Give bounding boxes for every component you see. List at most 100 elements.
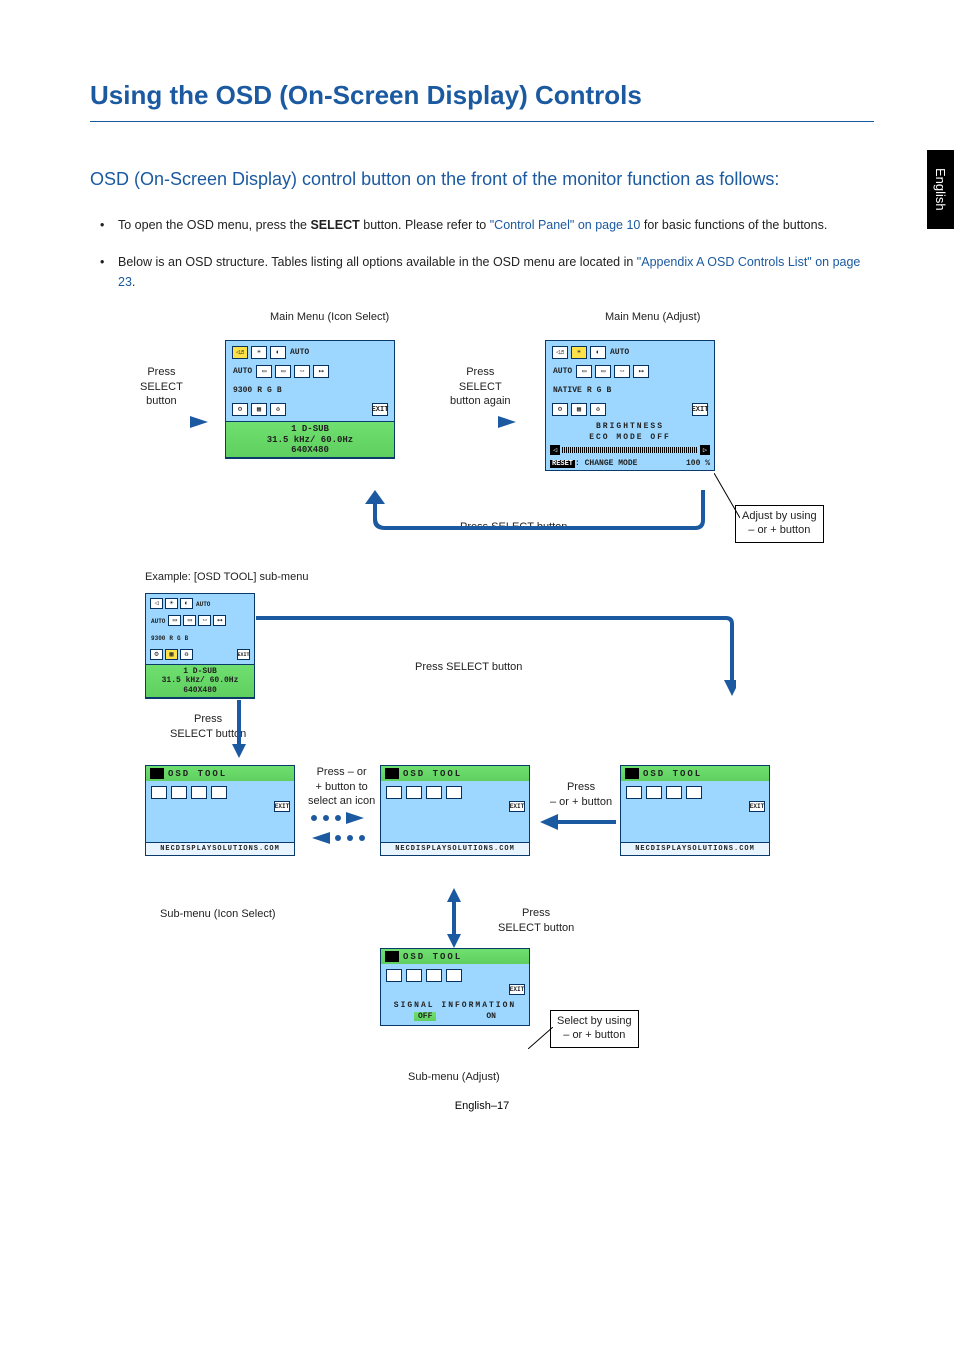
osd-icon: ◁ <box>150 598 163 609</box>
osd-tool-header: OSD TOOL <box>381 949 529 964</box>
double-arrow-vert-icon <box>445 888 471 948</box>
text: . <box>132 275 135 289</box>
dotted-arrows-icon <box>308 810 368 846</box>
osd-input-label: 1 D-SUB <box>232 424 388 434</box>
osd-icon: ◁♬ <box>552 346 568 359</box>
leader-line <box>714 473 740 518</box>
osd-icon: ▦ <box>251 403 267 416</box>
caption-press-pm: Press – or+ button toselect an icon <box>308 765 375 808</box>
exit-icon: EXIT <box>509 984 525 995</box>
osd-tool-icon <box>686 786 702 799</box>
caption-main-icon-select: Main Menu (Icon Select) <box>270 310 389 324</box>
exit-icon: EXIT <box>372 403 388 416</box>
osd-frequency: 31.5 kHz/ 60.0Hz <box>232 435 388 445</box>
osd-icon: B <box>605 384 612 397</box>
osd-icon: AUTO <box>609 346 630 359</box>
osd-tool-title: OSD TOOL <box>168 769 227 779</box>
page-content: Using the OSD (On-Screen Display) Contro… <box>0 0 954 1172</box>
osd-tool-title: OSD TOOL <box>403 952 462 962</box>
osd-tool-adjust-panel: OSD TOOL EXIT SIGNAL INFORMATION OFFON <box>380 948 530 1026</box>
reset-label: RESET <box>550 460 575 468</box>
osd-percent: 100 % <box>686 459 710 468</box>
osd-icon: AUTO <box>552 365 573 378</box>
osd-tool-icon-selected <box>446 969 462 982</box>
osd-icon: B <box>184 632 190 645</box>
osd-tool-icon <box>171 786 187 799</box>
osd-icon: G <box>176 632 182 645</box>
osd-footer: NECDISPLAYSOLUTIONS.COM <box>381 842 529 855</box>
osd-icon-selected: ☀ <box>571 346 587 359</box>
off-label: OFF <box>414 1012 436 1021</box>
arrow-left-icon <box>538 813 618 831</box>
osd-input-label: 1 D-SUB <box>152 667 248 676</box>
osd-tool-icon <box>211 786 227 799</box>
caption-press-select: PressSELECTbutton <box>140 365 183 408</box>
osd-icon: ▭ <box>183 615 196 626</box>
osd-icon: ♻ <box>180 649 193 660</box>
osd-resolution: 640X480 <box>232 445 388 455</box>
osd-icon: ⟷ <box>313 365 329 378</box>
osd-icon: ⇔ <box>294 365 310 378</box>
osd-tool-panel-1: OSD TOOL EXIT NECDISPLAYSOLUTIONS.COM <box>145 765 295 856</box>
text: for basic functions of the buttons. <box>640 218 827 232</box>
caption-sub-adjust: Sub-menu (Adjust) <box>408 1070 500 1084</box>
osd-icon: 9300 <box>232 384 253 397</box>
osd-icon: ◐ <box>270 346 286 359</box>
osd-eco-mode-label: ECO MODE OFF <box>546 432 714 443</box>
osd-main-icon-select-panel: ◁♬☀◐AUTO AUTO▭▭⇔⟷ 9300RGB ⚙▦♻EXIT 1 D-SU… <box>225 340 395 459</box>
osd-tool-icon <box>386 786 402 799</box>
osd-tool-icon <box>666 786 682 799</box>
osd-icon: AUTO <box>195 598 211 611</box>
arrow-down-icon <box>230 700 248 760</box>
osd-tool-header: OSD TOOL <box>621 766 769 781</box>
curved-arrow-icon <box>355 490 725 540</box>
section-heading: OSD (On-Screen Display) control button o… <box>90 166 874 192</box>
osd-icon: B <box>276 384 283 397</box>
control-panel-link[interactable]: "Control Panel" on page 10 <box>490 218 641 232</box>
off-on-row: OFF ON <box>381 1010 529 1025</box>
osd-icon: ⇔ <box>198 615 211 626</box>
osd-icon: ▭ <box>576 365 592 378</box>
page-number: English–17 <box>90 1100 874 1112</box>
caption-press-pm-short: Press– or + button <box>550 780 612 809</box>
text: Below is an OSD structure. Tables listin… <box>118 255 637 269</box>
osd-icon: ☀ <box>165 598 178 609</box>
osd-icon: R <box>586 384 593 397</box>
osd-icon: AUTO <box>232 365 253 378</box>
osd-tool-icon <box>626 786 642 799</box>
long-arrow-icon <box>256 610 736 700</box>
osd-tool-icon <box>191 786 207 799</box>
osd-icon: ◁♬ <box>232 346 248 359</box>
osd-tool-header: OSD TOOL <box>146 766 294 781</box>
osd-icon: ⚙ <box>150 649 163 660</box>
bullet-item: To open the OSD menu, press the SELECT b… <box>90 216 874 235</box>
osd-structure-diagram: Main Menu (Icon Select) Main Menu (Adjus… <box>90 310 874 1100</box>
osd-icon: ▭ <box>595 365 611 378</box>
osd-example-panel: ◁☀◐AUTO AUTO▭▭⇔⟷ 9300RGB ⚙▦♻EXIT 1 D-SUB… <box>145 593 255 699</box>
osd-icon: 9300 <box>150 632 166 645</box>
osd-icon: ▭ <box>275 365 291 378</box>
osd-slider: ◁▷ <box>546 443 714 457</box>
osd-tool-icon <box>426 969 442 982</box>
osd-icon: ⟷ <box>633 365 649 378</box>
caption-main-adjust: Main Menu (Adjust) <box>605 310 700 324</box>
on-label: ON <box>486 1012 496 1021</box>
osd-tool-icon <box>406 786 422 799</box>
caption-example-sub: Example: [OSD TOOL] sub-menu <box>145 570 308 584</box>
osd-tool-icon <box>386 969 402 982</box>
arrow-right-icon <box>130 413 210 431</box>
osd-footer: NECDISPLAYSOLUTIONS.COM <box>146 842 294 855</box>
exit-icon: EXIT <box>692 403 708 416</box>
osd-icon: ◐ <box>590 346 606 359</box>
caption-adjust-by-pm: Adjust by using– or + button <box>735 505 824 543</box>
osd-footer: NECDISPLAYSOLUTIONS.COM <box>621 842 769 855</box>
osd-icon: ⚙ <box>552 403 568 416</box>
leader-line <box>528 1027 553 1049</box>
osd-tool-icon <box>426 786 442 799</box>
osd-tool-icon-selected <box>151 786 167 799</box>
arrow-right-icon <box>438 413 518 431</box>
osd-tool-icon <box>646 786 662 799</box>
osd-icon: ☀ <box>251 346 267 359</box>
osd-tool-panel-2: OSD TOOL EXIT NECDISPLAYSOLUTIONS.COM <box>380 765 530 856</box>
osd-brightness-label: BRIGHTNESS <box>546 421 714 432</box>
